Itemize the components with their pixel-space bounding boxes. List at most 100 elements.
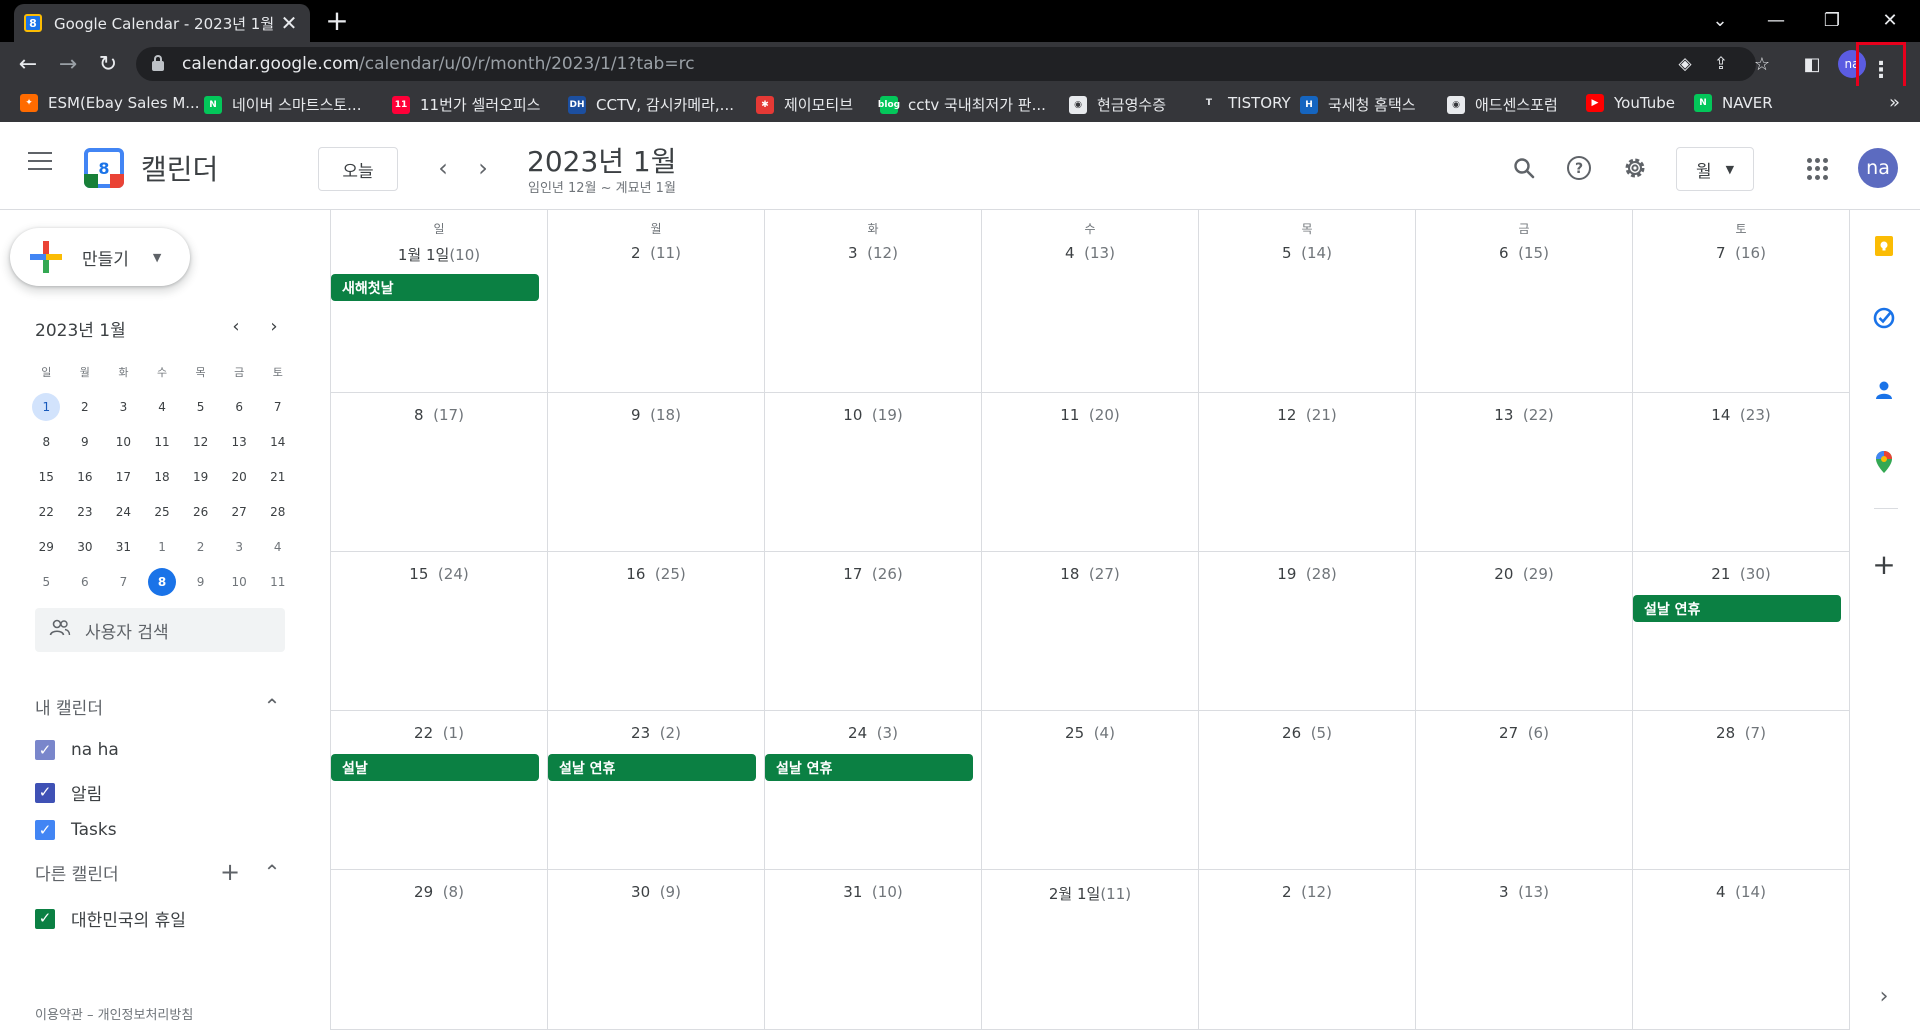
bookmark-item[interactable]: N NAVER	[1694, 94, 1773, 112]
day-number[interactable]: 11 (20)	[982, 406, 1198, 424]
mini-day[interactable]: 24	[104, 498, 143, 526]
day-cell[interactable]: 14 (23)	[1633, 393, 1850, 552]
event-chip[interactable]: 새해첫날	[331, 274, 539, 301]
today-button[interactable]: 오늘	[318, 147, 398, 191]
bookmark-item[interactable]: blog cctv 국내최저가 판...	[878, 94, 1046, 115]
day-number[interactable]: 6 (15)	[1416, 244, 1632, 262]
bookmark-item[interactable]: T TISTORY	[1200, 94, 1291, 112]
tasks-icon[interactable]	[1870, 304, 1898, 332]
day-number[interactable]: 23 (2)	[548, 724, 764, 742]
day-cell[interactable]: 26 (5)	[1199, 711, 1416, 870]
collapse-chevron-icon[interactable]: ⌃	[260, 694, 284, 718]
mini-day[interactable]: 9	[181, 568, 220, 596]
add-addon-icon[interactable]: +	[1870, 548, 1898, 581]
mini-day[interactable]: 23	[66, 498, 105, 526]
collapse-chevron-icon[interactable]: ⌃	[260, 860, 284, 884]
add-calendar-icon[interactable]: +	[218, 858, 242, 886]
next-month-icon[interactable]: ›	[467, 152, 499, 184]
day-cell[interactable]: 13 (22)	[1416, 393, 1633, 552]
day-cell[interactable]: 29 (8)	[331, 870, 548, 1030]
side-panel-icon[interactable]: ◧	[1798, 50, 1826, 78]
google-apps-icon[interactable]	[1807, 158, 1829, 180]
reload-icon[interactable]: ↻	[92, 48, 124, 80]
mini-next-month-icon[interactable]: ›	[260, 312, 288, 340]
mini-day[interactable]: 21	[258, 463, 297, 491]
mini-day[interactable]: 31	[104, 533, 143, 561]
address-bar[interactable]: calendar.google.com/calendar/u/0/r/month…	[136, 47, 1756, 81]
share-icon[interactable]: ⇪	[1710, 54, 1732, 74]
day-cell[interactable]: 수4 (13)	[982, 210, 1199, 393]
day-number[interactable]: 16 (25)	[548, 565, 764, 583]
day-number[interactable]: 13 (22)	[1416, 406, 1632, 424]
search-icon[interactable]	[1506, 150, 1542, 186]
mini-day[interactable]: 11	[143, 428, 182, 456]
day-number[interactable]: 8 (17)	[331, 406, 547, 424]
close-tab-icon[interactable]: ✕	[278, 11, 300, 35]
day-number[interactable]: 5 (14)	[1199, 244, 1415, 262]
bookmark-item[interactable]: ✦ ESM(Ebay Sales M...	[20, 94, 200, 112]
maps-icon[interactable]	[1870, 448, 1898, 476]
day-number[interactable]: 25 (4)	[982, 724, 1198, 742]
day-number[interactable]: 12 (21)	[1199, 406, 1415, 424]
tab-search-icon[interactable]: ⌄	[1692, 0, 1748, 40]
mini-day[interactable]: 17	[104, 463, 143, 491]
checkbox-checked-icon[interactable]: ✓	[35, 908, 55, 929]
checkbox-checked-icon[interactable]: ✓	[35, 740, 55, 760]
mini-day[interactable]: 10	[104, 428, 143, 456]
mini-day[interactable]: 1	[143, 533, 182, 561]
day-cell[interactable]: 28 (7)	[1633, 711, 1850, 870]
day-cell[interactable]: 2 (12)	[1199, 870, 1416, 1030]
checkbox-checked-icon[interactable]: ✓	[35, 820, 55, 840]
bookmark-star-icon[interactable]: ☆	[1748, 50, 1776, 78]
day-number[interactable]: 20 (29)	[1416, 565, 1632, 583]
mini-day[interactable]: 2	[181, 533, 220, 561]
keep-icon[interactable]	[1870, 232, 1898, 260]
terms-privacy-link[interactable]: 이용약관 – 개인정보처리방침	[35, 1004, 193, 1023]
mini-day[interactable]: 3	[104, 393, 143, 421]
mini-day[interactable]: 27	[220, 498, 259, 526]
calendar-list-item[interactable]: ✓ na ha	[35, 740, 119, 760]
calendar-list-item[interactable]: ✓ 대한민국의 휴일	[35, 906, 186, 931]
mini-day[interactable]: 20	[220, 463, 259, 491]
day-number[interactable]: 2 (11)	[548, 244, 764, 262]
day-cell[interactable]: 목5 (14)	[1199, 210, 1416, 393]
day-number[interactable]: 10 (19)	[765, 406, 981, 424]
restore-icon[interactable]: ❐	[1804, 0, 1860, 40]
day-cell[interactable]: 18 (27)	[982, 552, 1199, 711]
bookmark-item[interactable]: ✱ 제이모티브	[756, 94, 853, 115]
close-window-icon[interactable]: ✕	[1862, 0, 1918, 40]
day-cell[interactable]: 25 (4)	[982, 711, 1199, 870]
mini-day[interactable]: 1	[27, 392, 66, 421]
day-cell[interactable]: 30 (9)	[548, 870, 765, 1030]
day-cell[interactable]: 27 (6)	[1416, 711, 1633, 870]
day-number[interactable]: 22 (1)	[331, 724, 547, 742]
day-cell[interactable]: 일 1월 1일(10) 새해첫날	[331, 210, 548, 393]
mini-day[interactable]: 2	[66, 393, 105, 421]
mini-day[interactable]: 4	[143, 393, 182, 421]
bookmarks-more-icon[interactable]: »	[1889, 92, 1900, 113]
mini-day[interactable]: 19	[181, 463, 220, 491]
mini-day[interactable]: 15	[27, 463, 66, 491]
mini-day[interactable]: 3	[220, 533, 259, 561]
day-cell[interactable]: 15 (24)	[331, 552, 548, 711]
mini-day[interactable]: 11	[258, 568, 297, 596]
bookmark-item[interactable]: ◉ 현금영수증	[1069, 94, 1166, 115]
day-number[interactable]: 27 (6)	[1416, 724, 1632, 742]
mini-day[interactable]: 7	[258, 393, 297, 421]
mini-day[interactable]: 6	[66, 568, 105, 596]
minimize-icon[interactable]: —	[1748, 0, 1804, 40]
mini-day[interactable]: 4	[258, 533, 297, 561]
day-number[interactable]: 18 (27)	[982, 565, 1198, 583]
day-cell[interactable]: 12 (21)	[1199, 393, 1416, 552]
day-number[interactable]: 7 (16)	[1633, 244, 1849, 262]
mini-day[interactable]: 6	[220, 393, 259, 421]
account-avatar[interactable]: na	[1858, 148, 1898, 188]
day-number[interactable]: 29 (8)	[331, 883, 547, 901]
day-cell[interactable]: 10 (19)	[765, 393, 982, 552]
event-chip[interactable]: 설날 연휴	[548, 754, 756, 781]
day-cell[interactable]: 2월 1일(11)	[982, 870, 1199, 1030]
event-chip[interactable]: 설날 연휴	[1633, 595, 1841, 622]
mini-day[interactable]: 28	[258, 498, 297, 526]
event-chip[interactable]: 설날 연휴	[765, 754, 973, 781]
day-number[interactable]: 3 (13)	[1416, 883, 1632, 901]
